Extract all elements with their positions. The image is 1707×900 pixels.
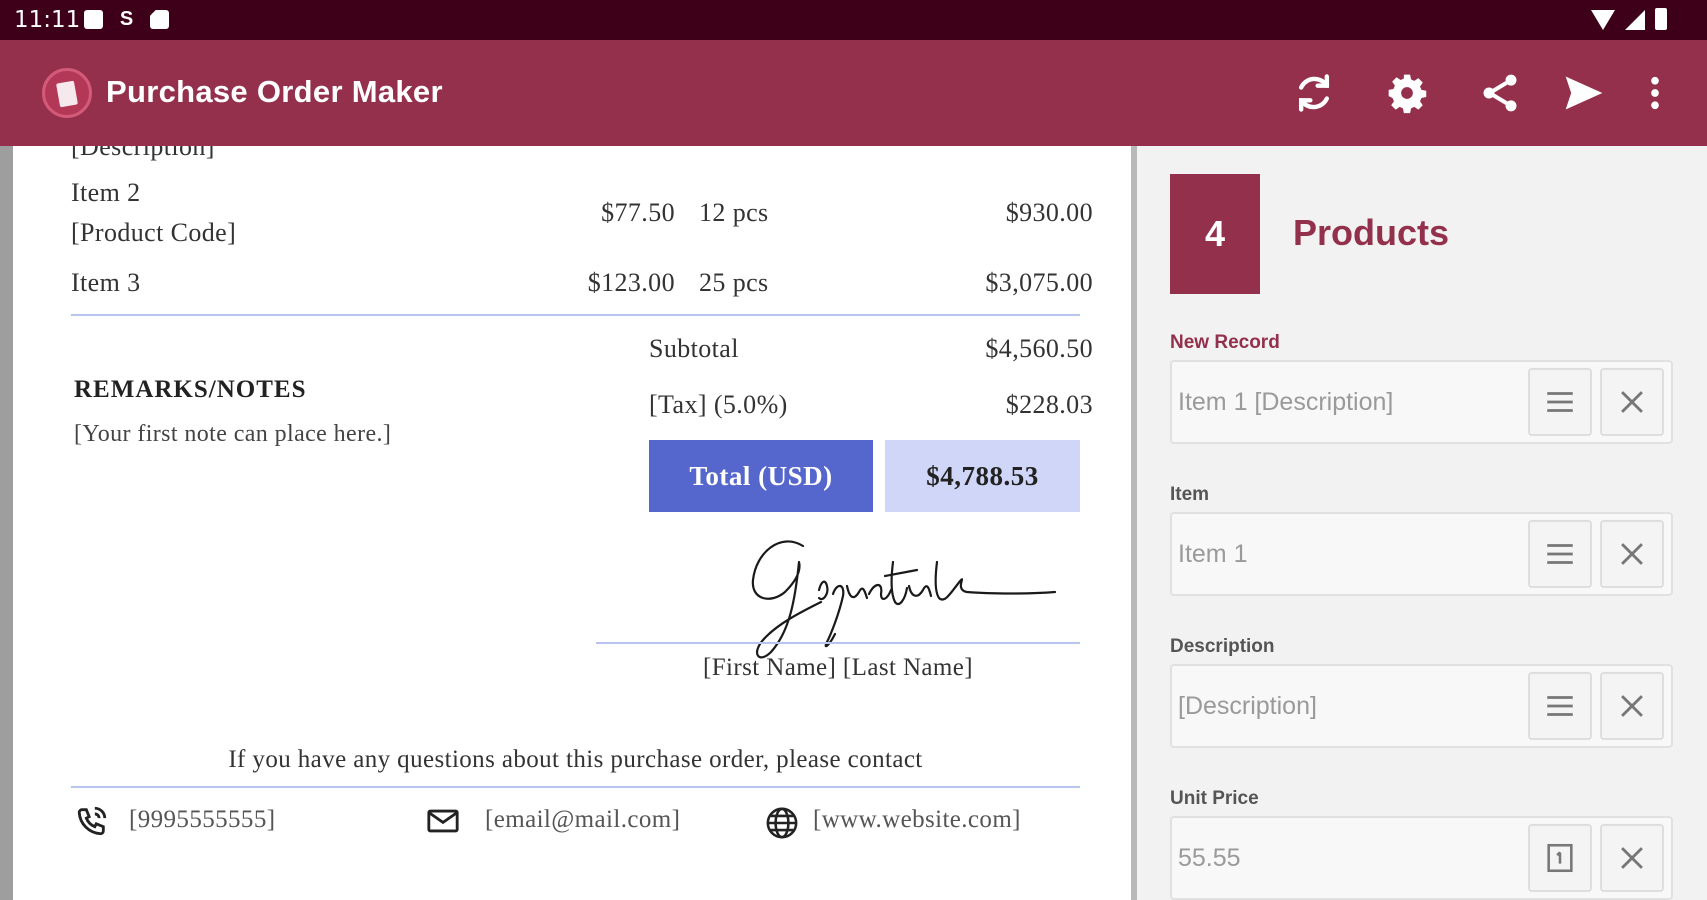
item-3-name: Item 3 [71, 268, 141, 297]
questions-text: If you have any questions about this pur… [228, 746, 923, 773]
subtotal-value: $4,560.50 [985, 334, 1093, 363]
new-record-menu-button[interactable] [1528, 368, 1592, 436]
total-label: Total (USD) [649, 440, 873, 512]
email-icon [427, 809, 459, 833]
tax-label: [Tax] (5.0%) [649, 390, 788, 419]
refresh-icon [1298, 74, 1330, 112]
item-3-qty: 25 pcs [699, 268, 769, 297]
gear-icon [1388, 74, 1427, 114]
description-label: Description [1170, 636, 1275, 657]
document-left-edge [0, 146, 13, 900]
step-title: Products [1293, 212, 1450, 253]
item-field [1170, 512, 1673, 596]
app-title: Purchase Order Maker [106, 74, 443, 109]
item-3-total: $3,075.00 [985, 268, 1093, 297]
remarks-text: [Your first note can place here.] [74, 421, 392, 447]
total-value: $4,788.53 [885, 440, 1080, 512]
footer-divider [71, 786, 1080, 788]
phone-icon [77, 806, 107, 836]
new-record-clear-button[interactable] [1600, 368, 1664, 436]
status-bar: 11:11 S [0, 0, 1707, 40]
notification-icon [84, 10, 103, 29]
document-preview[interactable]: [Description] Item 2 [Product Code] $77.… [13, 146, 1131, 900]
item-2-name: Item 2 [71, 178, 141, 207]
subtotal-label: Subtotal [649, 334, 739, 363]
contact-website: [www.website.com] [813, 806, 1021, 833]
close-icon [1621, 695, 1643, 717]
contact-email: [email@mail.com] [485, 806, 681, 833]
send-icon [1565, 76, 1603, 110]
contact-phone: [9995555555] [129, 806, 276, 833]
item-label: Item [1170, 484, 1210, 505]
unit-price-input[interactable] [1178, 818, 1498, 898]
close-icon [1621, 391, 1643, 413]
item-2-total: $930.00 [1005, 198, 1093, 227]
settings-button[interactable] [1383, 69, 1431, 117]
numeric-keypad-icon [1547, 843, 1573, 873]
close-icon [1621, 543, 1643, 565]
item-clear-button[interactable] [1600, 520, 1664, 588]
tax-value: $228.03 [1005, 390, 1093, 419]
description-menu-button[interactable] [1528, 672, 1592, 740]
unit-price-clear-button[interactable] [1600, 824, 1664, 892]
list-icon [1547, 392, 1573, 412]
description-input[interactable] [1178, 666, 1498, 746]
wifi-icon [1591, 10, 1615, 30]
status-notification-icons: S [84, 8, 169, 30]
new-record-field [1170, 360, 1673, 444]
sd-card-icon [150, 10, 169, 29]
share-button[interactable] [1476, 69, 1524, 117]
signer-name: [First Name] [Last Name] [703, 654, 973, 681]
close-icon [1621, 847, 1643, 869]
signal-icon [1625, 10, 1645, 30]
item-2-code: [Product Code] [71, 218, 237, 247]
battery-icon [1655, 8, 1667, 30]
item-input[interactable] [1178, 514, 1498, 594]
overflow-menu-button[interactable] [1634, 69, 1676, 117]
list-icon [1547, 696, 1573, 716]
items-divider [71, 314, 1080, 316]
new-record-input[interactable] [1178, 362, 1498, 442]
item-2-qty: 12 pcs [699, 198, 769, 227]
step-number-badge: 4 [1170, 174, 1260, 294]
item-menu-button[interactable] [1528, 520, 1592, 588]
item-1-description-cut: [Description] [71, 146, 215, 161]
app-bar: Purchase Order Maker [0, 40, 1707, 146]
status-time: 11:11 [14, 7, 81, 33]
list-icon [1547, 544, 1573, 564]
share-icon [1483, 74, 1517, 112]
send-button[interactable] [1560, 69, 1608, 117]
unit-price-calculator-button[interactable] [1528, 824, 1592, 892]
status-system-icons [1591, 8, 1667, 30]
description-clear-button[interactable] [1600, 672, 1664, 740]
item-2-unit-price: $77.50 [601, 198, 675, 227]
description-field [1170, 664, 1673, 748]
signature-image [751, 540, 1057, 659]
unit-price-field [1170, 816, 1673, 900]
new-record-label: New Record [1170, 332, 1280, 353]
app-s-icon: S [119, 8, 134, 30]
refresh-button[interactable] [1290, 69, 1338, 117]
item-3-unit-price: $123.00 [587, 268, 675, 297]
form-panel: 4 Products New Record Item Description [1137, 146, 1707, 900]
signature-line [596, 642, 1080, 644]
more-vert-icon [1651, 76, 1659, 110]
unit-price-label: Unit Price [1170, 788, 1259, 809]
globe-icon [766, 807, 798, 839]
remarks-title: REMARKS/NOTES [74, 376, 307, 403]
app-logo-icon [42, 68, 92, 118]
